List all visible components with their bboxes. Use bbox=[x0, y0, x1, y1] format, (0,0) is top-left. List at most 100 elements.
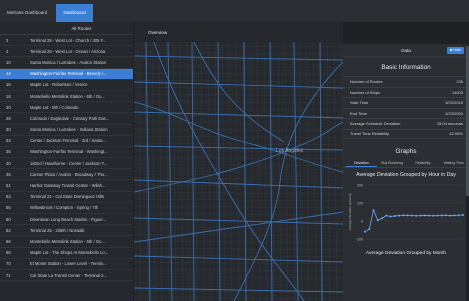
route-row[interactable]: 33 Center / Jackson Terminal - 3rd / Sant… bbox=[0, 136, 133, 147]
info-label: Travel Time Reliability bbox=[350, 131, 389, 137]
route-row[interactable]: 18 Montebello Metrolink Station - 6th / O… bbox=[0, 91, 133, 103]
graph-tab[interactable]: Deviation bbox=[346, 159, 377, 167]
data-panel: Data ■ Hide Basic Information Number of … bbox=[343, 44, 469, 301]
data-point bbox=[364, 230, 366, 233]
map-city-label: Los Angeles bbox=[276, 148, 304, 154]
route-row[interactable]: 30 Santa Monica / Larrabee - Indiana Stat… bbox=[0, 125, 133, 136]
route-name: Washington-Fairfax Terminal - Beverly /.… bbox=[30, 71, 107, 77]
info-value: 136 bbox=[456, 79, 463, 85]
tab-metrans-dashboard[interactable]: Metrans Dashboard bbox=[0, 4, 54, 22]
route-name: Montebello Metrolink Station - 6th / Ou.… bbox=[30, 238, 105, 244]
hide-button-label: Hide bbox=[453, 48, 461, 52]
route-row[interactable]: 53 Terminal 21 - Cal State Dominguez Hill… bbox=[0, 192, 133, 203]
info-value: 42.05% bbox=[449, 131, 463, 137]
info-value: 28.04 seconds bbox=[436, 121, 463, 127]
info-row: Start Time 3/20/2018 bbox=[343, 97, 469, 108]
route-row[interactable]: 4 Terminal 28 - West Lot - Ocean / Arizon… bbox=[0, 46, 133, 58]
route-number: 51 bbox=[6, 183, 11, 189]
graph-tab[interactable]: Reliability bbox=[408, 159, 439, 167]
routes-list: 2 Terminal 28 - West Lot - Church / 405 F… bbox=[0, 35, 133, 282]
data-point bbox=[453, 213, 456, 216]
route-name: Willowbrook / Compton - Spring / 7th bbox=[30, 205, 99, 211]
data-point bbox=[376, 218, 379, 221]
basic-info-title: Basic Information bbox=[381, 64, 431, 71]
route-name: Carson Plaza / Avalon - Broadway / Tho..… bbox=[30, 171, 108, 177]
route-row[interactable]: 10 Santa Monica / Larrabee - Avalon Stati… bbox=[0, 57, 133, 69]
routes-list-header: All Routes bbox=[0, 22, 133, 35]
route-row[interactable]: 28 Colorado / Eagledale - Century Park Ea… bbox=[0, 113, 133, 125]
route-row[interactable]: 71 Cal State La Transit Center - Terminal… bbox=[0, 270, 133, 282]
route-number: 40 bbox=[6, 160, 11, 166]
routes-sidebar: All Routes 2 Terminal 28 - West Lot - Chu… bbox=[0, 22, 133, 301]
graphs-title: Graphs bbox=[395, 148, 417, 155]
data-point bbox=[393, 214, 396, 217]
data-point bbox=[381, 216, 384, 219]
graph-tab[interactable]: Bus Bunching bbox=[377, 159, 408, 167]
map-section: Overview Los Angeles bbox=[134, 22, 343, 301]
info-label: Average Schedule Deviation bbox=[350, 121, 401, 127]
info-row: Average Schedule Deviation 28.04 seconds bbox=[343, 118, 469, 129]
route-number: 20 bbox=[6, 104, 11, 110]
info-row: End Time 3/23/2020 bbox=[343, 107, 469, 119]
y-tick-label: -100 bbox=[356, 237, 363, 241]
route-number: 66 bbox=[6, 238, 11, 244]
tab-dashboard[interactable]: Dashboard bbox=[56, 4, 93, 22]
route-number: 2 bbox=[6, 37, 9, 43]
deviation-by-hour-chart: 200 100 0 -100 Average Deviation (second) bbox=[348, 183, 464, 241]
data-point bbox=[368, 227, 371, 230]
data-panel-title: Data bbox=[401, 47, 411, 53]
data-point bbox=[389, 215, 392, 217]
data-point bbox=[419, 214, 422, 217]
route-number: 10 bbox=[6, 59, 11, 65]
route-row[interactable]: 40 182nd / Hawthorne - Center / Jackson T… bbox=[0, 158, 133, 170]
route-row[interactable]: 16 Maple Lot - Robertson / Venice bbox=[0, 80, 133, 91]
data-point bbox=[427, 214, 430, 217]
info-row: Travel Time Reliability 42.05% bbox=[343, 128, 469, 139]
route-name: Terminal 21 - Cal State Dominguez Hills bbox=[30, 194, 105, 200]
route-name: Terminal 28 - West Lot - Church / 405 F.… bbox=[30, 37, 107, 43]
route-row[interactable]: 70 El Monte Station - Lower Level - Termi… bbox=[0, 259, 133, 270]
data-point bbox=[423, 213, 426, 216]
y-tick-label: 200 bbox=[357, 183, 363, 187]
top-nav-bar: Metrans Dashboard Dashboard bbox=[0, 0, 469, 22]
route-row[interactable]: 62 Terminal 25 - 226th / Norwalk bbox=[0, 225, 133, 237]
graph-tabs: Deviation Bus Bunching Reliability Waiting … bbox=[343, 159, 469, 168]
route-name: Santa Monica / Larrabee - Avalon Station bbox=[30, 59, 107, 65]
route-name: 182nd / Hawthorne - Center / Jackson T..… bbox=[30, 160, 108, 166]
route-row[interactable]: 20 Maple Lot - 5th / Colorado bbox=[0, 102, 133, 114]
data-point bbox=[432, 214, 435, 217]
data-point bbox=[449, 214, 452, 217]
route-number: 60 bbox=[6, 216, 11, 222]
route-name: Downtown Long Beach Station - Figuer... bbox=[30, 216, 107, 222]
info-label: Number of Stops bbox=[350, 89, 381, 95]
data-point bbox=[410, 214, 413, 217]
route-row[interactable]: 55 Willowbrook / Compton - Spring / 7th bbox=[0, 203, 133, 214]
data-point bbox=[372, 208, 375, 211]
route-row[interactable]: 60 Downtown Long Beach Station - Figuer..… bbox=[0, 214, 133, 226]
route-number: 71 bbox=[6, 272, 11, 278]
route-number: 4 bbox=[6, 48, 9, 54]
route-number: 53 bbox=[6, 194, 11, 200]
route-number: 70 bbox=[6, 261, 11, 267]
route-name: El Monte Station - Lower Level - Termin.… bbox=[30, 261, 107, 267]
hide-button[interactable]: ■ Hide bbox=[446, 47, 464, 54]
route-row[interactable]: 51 Harbor Gateway Transit Center - Wilsh.… bbox=[0, 180, 133, 192]
route-name: Terminal 25 - 226th / Norwalk bbox=[30, 227, 85, 233]
info-label: Number of Routes bbox=[350, 79, 383, 85]
route-row[interactable]: 35 Washington-Fairfax Terminal - Washingt… bbox=[0, 147, 133, 159]
route-row[interactable]: 66 Montebello Metrolink Station - 6th / O… bbox=[0, 236, 133, 248]
route-name: Terminal 28 - West Lot - Ocean / Arizona bbox=[30, 48, 106, 54]
data-point bbox=[406, 213, 409, 216]
graph-tab[interactable]: Waiting Time bbox=[438, 159, 469, 167]
route-row[interactable]: 68 Maple Lot - The Shops At Montebello Lo… bbox=[0, 248, 133, 259]
data-point bbox=[462, 213, 464, 216]
route-row[interactable]: 14 Washington-Fairfax Terminal - Beverly … bbox=[0, 68, 133, 80]
route-row[interactable]: 2 Terminal 28 - West Lot - Church / 405 F… bbox=[0, 35, 133, 47]
route-row[interactable]: 45 Carson Plaza / Avalon - Broadway / Tho… bbox=[0, 169, 133, 181]
route-name: Maple Lot - Robertson / Venice bbox=[30, 82, 88, 88]
route-map[interactable]: Los Angeles bbox=[134, 42, 343, 301]
data-point bbox=[440, 213, 443, 216]
data-panel-header: Data ■ Hide bbox=[343, 44, 469, 57]
route-number: 33 bbox=[6, 138, 11, 144]
route-name: Montebello Metrolink Station - 6th / Ou.… bbox=[30, 93, 105, 99]
